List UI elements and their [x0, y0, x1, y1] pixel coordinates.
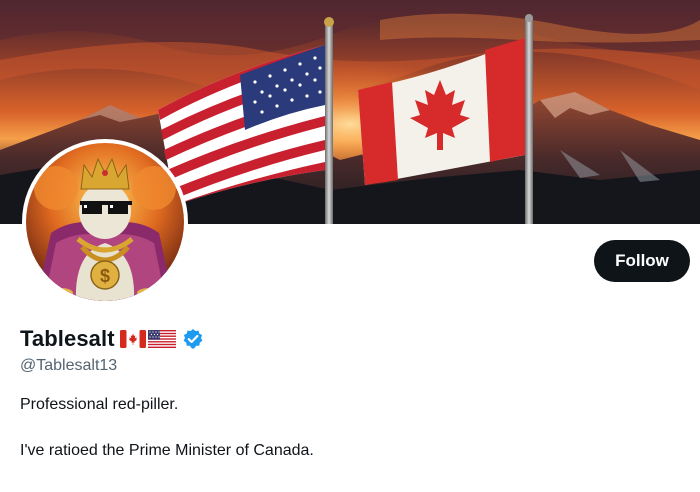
- usa-flag-icon: [147, 330, 176, 348]
- bio-line: Professional red-piller.: [20, 396, 179, 413]
- name-row: Tablesalt: [20, 324, 204, 354]
- profile-page: $ Follow Tablesalt @Tablesalt13 Professi…: [0, 0, 700, 492]
- avatar-image: $: [26, 143, 184, 301]
- svg-text:$: $: [100, 266, 110, 286]
- bio-line: I've ratioed the Prime Minister of Canad…: [20, 442, 314, 459]
- verified-badge-icon[interactable]: [182, 328, 204, 350]
- display-name: Tablesalt: [20, 326, 115, 351]
- profile-handle: @Tablesalt13: [20, 357, 118, 374]
- profile-avatar[interactable]: $: [22, 139, 188, 305]
- follow-button[interactable]: Follow: [594, 240, 690, 282]
- canada-flag-icon: [119, 330, 146, 348]
